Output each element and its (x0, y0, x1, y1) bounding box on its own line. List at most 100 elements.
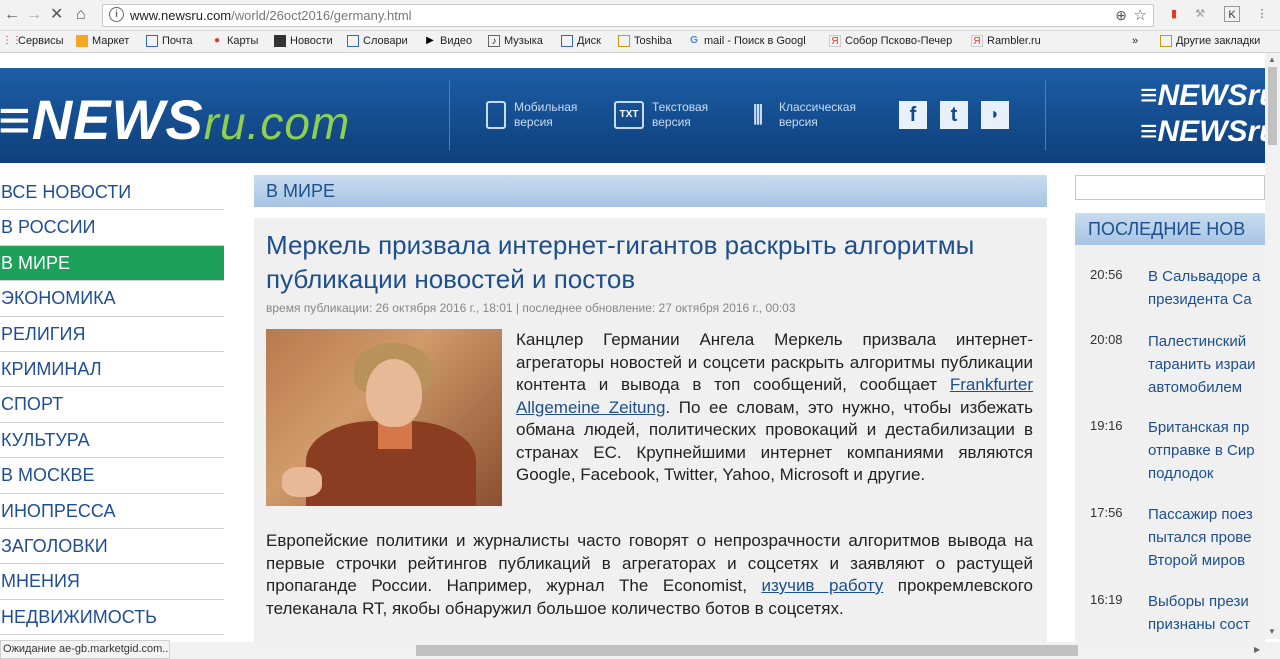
news-time: 20:56 (1090, 267, 1123, 282)
article-photo (266, 329, 502, 506)
yandex-icon: Я (971, 35, 983, 47)
mail-icon (146, 35, 158, 47)
bookmark-music[interactable]: ♪ Музыка (488, 35, 543, 47)
bookmarks-bar: ⋮⋮ Сервисы Маркет Почта ● Карты Новости Сл… (0, 31, 1280, 53)
facebook-icon[interactable]: f (899, 101, 927, 129)
extension-k-icon[interactable]: K (1224, 6, 1240, 22)
news-headline-line: В Сальвадоре а (1148, 268, 1261, 285)
info-icon[interactable]: i (109, 7, 124, 22)
dictionary-icon (347, 35, 359, 47)
nav-item[interactable]: КУЛЬТУРА (0, 423, 224, 459)
news-headline[interactable]: Выборы прези признаны сост (1148, 590, 1265, 636)
other-bookmarks[interactable]: Другие закладки (1160, 35, 1260, 47)
header-right-logo: ≡NEWSru ≡NEWSru (1140, 79, 1278, 148)
menu-icon[interactable]: ⋮ (1254, 6, 1270, 22)
bookmark-rambler[interactable]: Я Rambler.ru (971, 35, 1041, 47)
browser-toolbar: ← → ✕ ⌂ i www.newsru.com/world/26oct2016… (0, 0, 1280, 31)
bookmark-flag-icon[interactable]: ▮ (1166, 6, 1182, 22)
bookmark-dictionaries[interactable]: Словари (347, 35, 408, 47)
mobile-phone-icon (486, 101, 506, 129)
latest-news-item[interactable]: 17:56 Пассажир поез пытался прове Второй ми… (1075, 483, 1265, 569)
vertical-scrollbar[interactable]: ▲ ▼ (1265, 53, 1280, 639)
nav-item[interactable]: В РОССИИ (0, 210, 224, 246)
bookmark-toshiba[interactable]: Toshiba (618, 35, 672, 47)
news-headline[interactable]: В Сальвадоре а президента Са (1148, 265, 1265, 311)
news-headline[interactable]: Палестинский таранить израи автомобилем (1148, 330, 1265, 399)
scroll-up-icon[interactable]: ▲ (1268, 55, 1276, 64)
news-headline[interactable]: Пассажир поез пытался прове Второй миров (1148, 503, 1265, 572)
section-title: В МИРЕ (254, 175, 1047, 207)
latest-news-title: ПОСЛЕДНИЕ НОВ (1075, 213, 1265, 245)
play-icon: ▶ (426, 35, 434, 46)
nav-item[interactable]: ВСЕ НОВОСТИ (0, 175, 224, 211)
scroll-down-icon[interactable]: ▼ (1268, 627, 1276, 636)
mobile-version-link[interactable]: Мобильная версия (486, 100, 577, 130)
url-text: www.newsru.com/world/26oct2016/germany.h… (130, 8, 412, 23)
news-headline[interactable]: Британская пр отправке в Сир подлодок (1148, 416, 1265, 485)
scroll-thumb[interactable] (1268, 67, 1277, 145)
zoom-icon[interactable]: ⊕ (1115, 7, 1127, 24)
folder-icon (1160, 35, 1172, 47)
article-headline: Меркель призвала интернет-гигантов раскр… (266, 230, 975, 294)
scroll-right-icon[interactable]: ▶ (1254, 645, 1260, 654)
nav-item[interactable]: НЕДВИЖИМОСТЬ (0, 600, 224, 636)
google-icon: G (690, 35, 698, 46)
bookmark-mail-search[interactable]: Gmail - Поиск в Googl (688, 35, 806, 47)
news-headline-line: Второй миров (1148, 552, 1246, 569)
news-headline-line: отправке в Сир (1148, 442, 1255, 459)
latest-news-item[interactable]: 19:16 Британская пр отправке в Сир подлодок (1075, 396, 1265, 482)
news-time: 20:08 (1090, 332, 1123, 347)
bookmark-maps[interactable]: ● Карты (211, 35, 258, 47)
search-input[interactable] (1075, 175, 1265, 200)
latest-news-item[interactable]: 20:08 Палестинский таранить израи автомобил… (1075, 310, 1265, 396)
bookmark-mail[interactable]: Почта (146, 35, 193, 47)
nav-item[interactable]: В МОСКВЕ (0, 458, 224, 494)
nav-item[interactable]: ЭКОНОМИКА (0, 281, 224, 317)
nav-item[interactable]: СПОРТ (0, 387, 224, 423)
horizontal-scrollbar[interactable]: ▶ (0, 642, 1280, 659)
stop-icon[interactable]: ✕ (50, 4, 63, 26)
map-pin-icon: ● (213, 35, 221, 46)
bookmark-services[interactable]: ⋮⋮ Сервисы (2, 35, 64, 47)
news-time: 19:16 (1090, 418, 1123, 433)
site-logo[interactable]: ≡NEWSru.com (0, 90, 350, 153)
nav-item[interactable]: МНЕНИЯ (0, 564, 224, 600)
bookmark-star-icon[interactable]: ☆ (1134, 6, 1147, 24)
back-arrow-icon[interactable]: ← (4, 4, 20, 26)
news-headline-line: Выборы прези (1148, 593, 1249, 610)
news-time: 16:19 (1090, 592, 1123, 607)
home-icon[interactable]: ⌂ (76, 4, 86, 26)
bookmark-market[interactable]: Маркет (76, 35, 129, 47)
latest-news-list: 20:56 В Сальвадоре а президента Са 20:08 Пал… (1075, 245, 1265, 659)
disk-icon (561, 35, 573, 47)
latest-news-item[interactable]: 16:19 Выборы прези признаны сост (1075, 570, 1265, 650)
bookmark-disk[interactable]: Диск (561, 35, 601, 47)
nav-item[interactable]: ЗАГОЛОВКИ (0, 529, 224, 565)
section-nav: ВСЕ НОВОСТИ В РОССИИ В МИРЕ ЭКОНОМИКА РЕЛИГИ… (0, 175, 224, 636)
twitter-icon[interactable]: t (940, 101, 968, 129)
nav-item[interactable]: КРИМИНАЛ (0, 352, 224, 388)
bookmark-news[interactable]: Новости (274, 35, 333, 47)
bookmark-sobor[interactable]: Я Собор Псково-Печер (829, 35, 952, 47)
scroll-thumb[interactable] (416, 645, 1078, 656)
bookmarks-overflow[interactable]: » (1132, 35, 1138, 47)
extension-icon[interactable]: ⚒ (1192, 6, 1208, 22)
article-meta: время публикации: 26 октября 2016 г., 18… (266, 301, 796, 315)
classic-version-link[interactable]: ⫼ Классическая версия (745, 100, 856, 130)
rss-icon[interactable]: ◗ (981, 101, 1009, 129)
nav-item[interactable]: ИНОПРЕССА (0, 494, 224, 529)
nav-item[interactable]: РЕЛИГИЯ (0, 317, 224, 352)
nav-item[interactable]: В МИРЕ (0, 245, 224, 282)
bookmark-video[interactable]: ▶ Видео (424, 35, 472, 47)
news-icon (274, 35, 286, 47)
text-version-link[interactable]: TXT Текстовая версия (614, 100, 708, 130)
address-bar[interactable]: i www.newsru.com/world/26oct2016/germany… (102, 4, 1154, 27)
market-icon (76, 35, 88, 47)
columns-icon: ⫼ (752, 102, 764, 127)
txt-icon: TXT (614, 101, 644, 129)
study-link[interactable]: изучив работу (761, 576, 883, 595)
right-column: ПОСЛЕДНИЕ НОВ 20:56 В Сальвадоре а президе… (1075, 175, 1265, 659)
music-icon: ♪ (488, 35, 500, 47)
forward-arrow-icon[interactable]: → (26, 4, 42, 26)
news-headline-line: Британская пр (1148, 419, 1250, 436)
